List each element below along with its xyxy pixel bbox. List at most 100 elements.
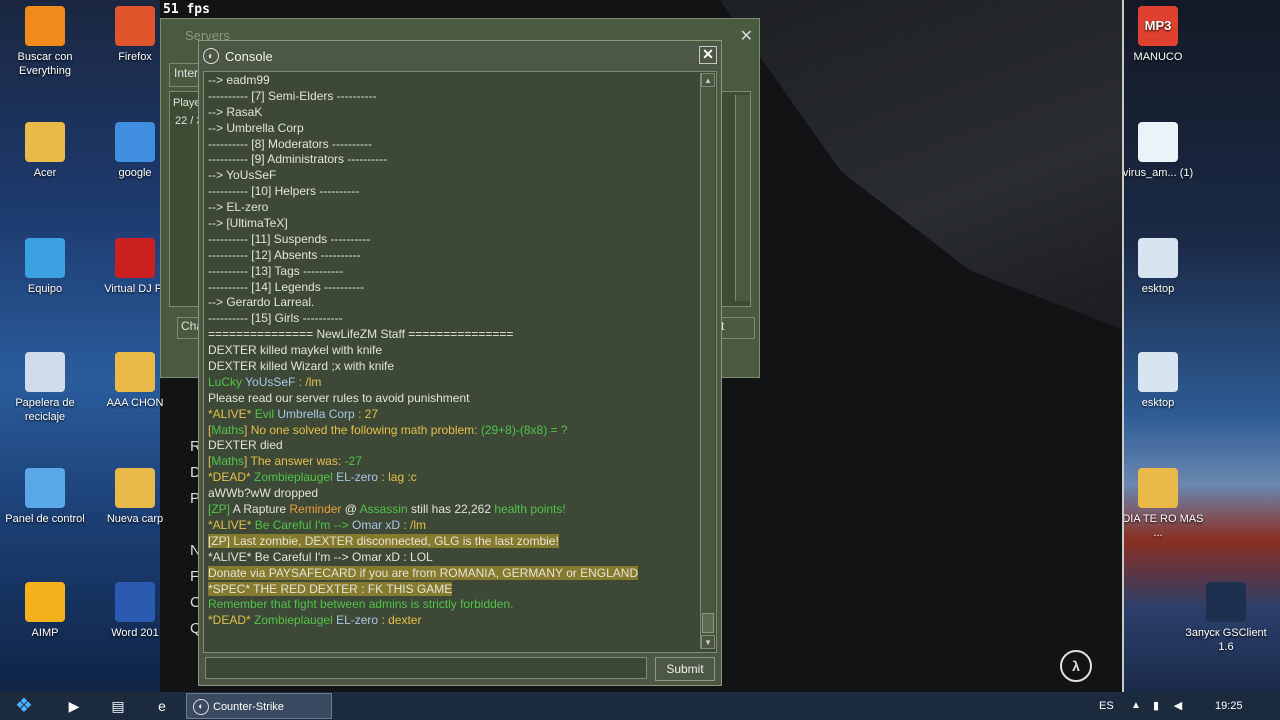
- media-player-icon[interactable]: ▶: [64, 696, 84, 716]
- console-line-segment: ---------- [9] Administrators ----------: [208, 152, 388, 167]
- clock[interactable]: 19:25: [1215, 692, 1243, 720]
- servers-column-players[interactable]: Playe: [173, 97, 201, 109]
- console-command-input[interactable]: [205, 657, 647, 679]
- console-line-segment: Remember that fight between admins is st…: [208, 597, 514, 612]
- console-line-segment: Zombieplaugel: [254, 613, 337, 628]
- console-line-segment: =============== NewLifeZM Staff ========…: [208, 327, 514, 342]
- console-line-segment: Evil: [254, 406, 278, 421]
- console-line-segment: ] The answer was:: [244, 454, 345, 469]
- desktop-icon[interactable]: Acer: [0, 122, 90, 180]
- console-line-segment: --> eadm99: [208, 73, 270, 87]
- desktop-icon[interactable]: AIMP: [0, 582, 90, 640]
- desktop-icon-label: AAA CHON: [106, 397, 164, 409]
- console-scrollbar[interactable]: ▲ ▼: [700, 73, 715, 649]
- scroll-down-icon[interactable]: ▼: [701, 635, 715, 649]
- console-title: Console: [225, 48, 273, 64]
- console-line-segment: DEXTER killed maykel with knife: [208, 343, 383, 358]
- folder-icon: [115, 352, 155, 392]
- tray-arrow-icon[interactable]: ▲: [1126, 696, 1146, 716]
- scroll-up-icon[interactable]: ▲: [701, 73, 715, 87]
- recycle-bin-icon: [25, 352, 65, 392]
- console-line: [Maths] The answer was: -27: [208, 454, 698, 470]
- console-line: --> [UltimaTeX]: [208, 216, 698, 232]
- console-line-segment: -27: [344, 454, 362, 469]
- desktop-icon[interactable]: Equipo: [0, 238, 90, 296]
- battery-icon[interactable]: ▮: [1146, 696, 1166, 716]
- search-icon: [25, 6, 65, 46]
- desktop-icon-label: Equipo: [27, 283, 63, 295]
- console-line: DEXTER died: [208, 438, 698, 454]
- console-line: ---------- [8] Moderators ----------: [208, 137, 698, 153]
- internet-explorer-icon[interactable]: e: [152, 696, 172, 716]
- console-line-segment: ---------- [15] Girls ----------: [208, 311, 343, 326]
- mp3-icon: MP3: [1138, 6, 1178, 46]
- console-line: DEXTER killed Wizard ;x with knife: [208, 359, 698, 375]
- console-line: Please read our server rules to avoid pu…: [208, 391, 698, 407]
- console-line-segment: Maths: [211, 454, 245, 469]
- servers-right-button[interactable]: t: [717, 317, 755, 339]
- console-line-segment: *DEAD*: [208, 470, 255, 485]
- console-line: --> YoUsSeF: [208, 168, 698, 184]
- console-line-segment: Umbrella Corp: [277, 406, 355, 421]
- console-line-segment: --> Umbrella Corp: [208, 120, 304, 135]
- console-line: Remember that fight between admins is st…: [208, 597, 698, 613]
- desktop-icon[interactable]: Panel de control: [0, 468, 90, 526]
- desktop-icon[interactable]: virus_am... (1): [1124, 122, 1204, 180]
- gsclient-icon: [1206, 582, 1246, 622]
- desktop-icon[interactable]: Word 201: [90, 582, 180, 640]
- desktop-icon[interactable]: A DIA TE RO MAS ...: [1124, 468, 1204, 540]
- console-line-segment: : dexter: [378, 613, 422, 628]
- volume-icon[interactable]: ◀: [1168, 696, 1188, 716]
- console-line-segment: aWWb?wW dropped: [208, 486, 319, 501]
- steam-logo-icon: ◐: [203, 48, 219, 64]
- desktop-icon[interactable]: Запуск GSClient 1.6: [1180, 582, 1272, 654]
- desktop-icon[interactable]: Buscar con Everything: [0, 6, 90, 78]
- console-line-segment: --> RasaK: [208, 104, 263, 119]
- desktop-icon[interactable]: Nueva carp: [90, 468, 180, 526]
- desktop-icon[interactable]: MP3 MANUCO: [1124, 6, 1204, 64]
- console-line: *DEAD* Zombieplaugel EL-zero : lag :c: [208, 470, 698, 486]
- desktop-icon[interactable]: Papelera de reciclaje: [0, 352, 90, 424]
- scroll-thumb[interactable]: [702, 613, 714, 633]
- console-line-segment: Be Careful I'm -->: [254, 517, 353, 532]
- console-line: aWWb?wW dropped: [208, 486, 698, 502]
- console-line-segment: ---------- [10] Helpers ----------: [208, 184, 360, 199]
- console-line: ---------- [14] Legends ----------: [208, 280, 698, 296]
- console-line-segment: Donate via PAYSAFECARD if you are from R…: [208, 565, 639, 580]
- taskbar-counter-strike[interactable]: ◐ Counter-Strike: [186, 693, 332, 719]
- console-line-segment: : lag :c: [378, 470, 417, 485]
- console-line-segment: (29+8)-(8x8) = ?: [480, 422, 568, 437]
- file-explorer-icon[interactable]: ▤: [108, 696, 128, 716]
- console-close-button[interactable]: ✕: [699, 46, 717, 64]
- console-line: ---------- [13] Tags ----------: [208, 264, 698, 280]
- word-icon: [115, 582, 155, 622]
- chrome-icon: [115, 122, 155, 162]
- desktop-icon[interactable]: esktop: [1124, 352, 1204, 410]
- console-line: [ZP] A Rapture Reminder @ Assassin still…: [208, 502, 698, 518]
- servers-close-icon[interactable]: ✕: [740, 26, 753, 46]
- computer-icon: [25, 238, 65, 278]
- desktop-icon[interactable]: esktop: [1124, 238, 1204, 296]
- console-line-segment: EL-zero: [336, 613, 379, 628]
- aimp-icon: [25, 582, 65, 622]
- folder-user-icon: [25, 122, 65, 162]
- console-line-segment: still has 22,262: [407, 502, 495, 517]
- console-line-segment: *ALIVE*: [208, 517, 255, 532]
- taskbar-task-label: Counter-Strike: [213, 701, 284, 713]
- console-line: --> EL-zero: [208, 200, 698, 216]
- game-wall-shape: [720, 0, 1124, 330]
- servers-scrollbar[interactable]: [735, 95, 750, 301]
- console-line-segment: Please read our server rules to avoid pu…: [208, 390, 470, 405]
- console-submit-button[interactable]: Submit: [655, 657, 715, 681]
- console-line: [Maths] No one solved the following math…: [208, 423, 698, 439]
- console-line-segment: --> [UltimaTeX]: [208, 216, 288, 231]
- start-button[interactable]: ❖: [6, 694, 42, 718]
- game-edge-bar: [1122, 0, 1124, 692]
- console-line: *DEAD* Zombieplaugel EL-zero : dexter: [208, 613, 698, 629]
- console-line-segment: Assassin: [359, 502, 408, 517]
- half-life-logo-icon: λ: [1060, 650, 1092, 682]
- console-log[interactable]: --> eadm99 ---------- [7] Semi-Elders ---…: [203, 71, 717, 653]
- language-indicator[interactable]: ES: [1099, 692, 1114, 720]
- folder-icon: [1138, 468, 1178, 508]
- console-line-segment: LuCky: [208, 374, 246, 389]
